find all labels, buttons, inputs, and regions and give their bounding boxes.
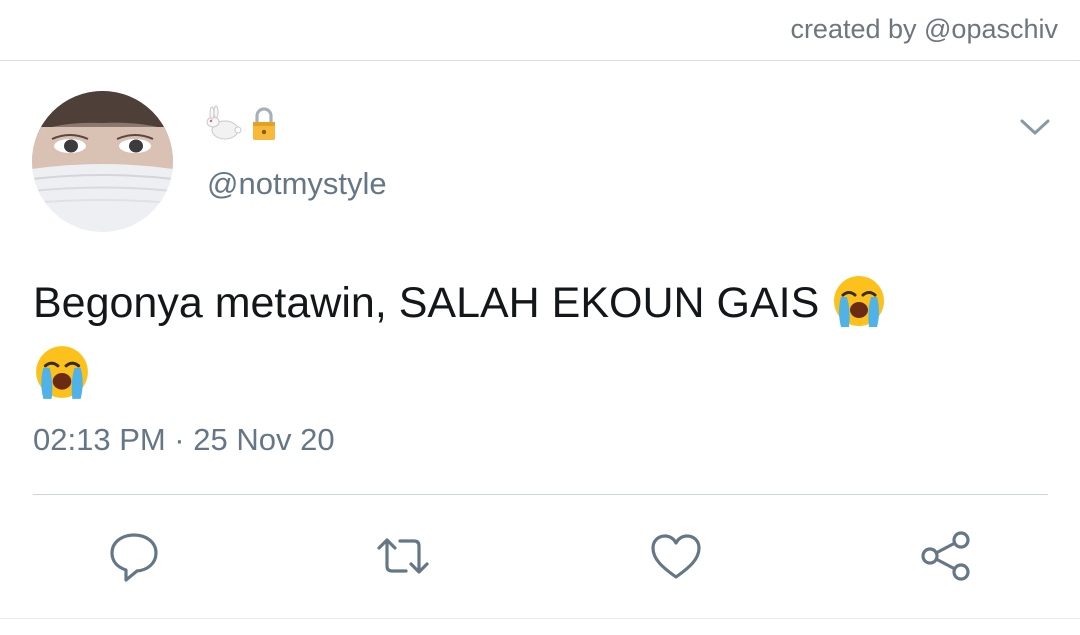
loudly-crying-face-icon xyxy=(36,346,88,399)
tweet-text: Begonya metawin, SALAH EKOUN GAIS xyxy=(33,272,1043,334)
rabbit-emoji-icon xyxy=(206,105,242,140)
avatar-image xyxy=(32,91,173,232)
loudly-crying-face-icon xyxy=(834,276,885,327)
like-icon[interactable] xyxy=(648,528,704,584)
actions-divider xyxy=(33,494,1048,495)
tweet-text-content: Begonya metawin, SALAH EKOUN GAIS xyxy=(33,279,820,327)
retweet-icon[interactable] xyxy=(375,528,431,584)
tweet-timestamp[interactable]: 02:13 PM · 25 Nov 20 xyxy=(33,422,335,458)
lock-emoji-icon xyxy=(253,107,275,140)
header-divider xyxy=(0,60,1080,61)
credit-label: created by @opaschiv xyxy=(790,14,1058,44)
reply-icon[interactable] xyxy=(106,528,162,584)
chevron-down-icon[interactable] xyxy=(1016,112,1054,142)
display-name[interactable] xyxy=(205,104,279,144)
user-handle[interactable]: @notmystyle xyxy=(207,166,387,202)
avatar[interactable] xyxy=(32,91,173,232)
card-bottom-border xyxy=(0,618,1080,619)
share-icon[interactable] xyxy=(918,528,974,584)
